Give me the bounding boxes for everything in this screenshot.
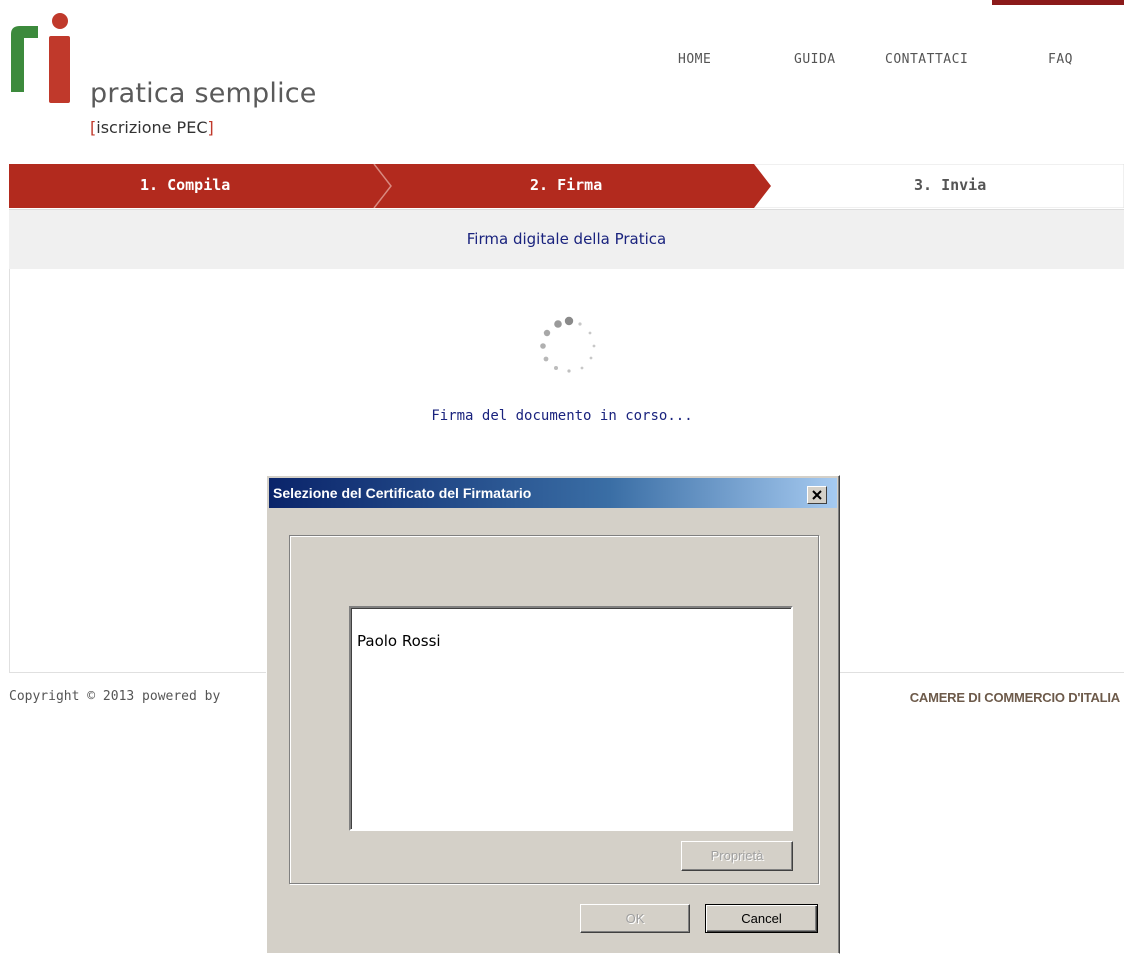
nav-faq[interactable]: FAQ bbox=[1048, 52, 1073, 67]
logo[interactable]: pratica semplice [iscrizione PEC] bbox=[8, 12, 328, 142]
nav-contattaci[interactable]: CONTATTACI bbox=[885, 52, 968, 67]
footer-brand[interactable]: CAMERE DI COMMERCIO D'ITALIA bbox=[910, 690, 1120, 705]
signing-progress-text: Firma del documento in corso... bbox=[431, 408, 693, 424]
step-firma: 2. Firma bbox=[530, 176, 603, 194]
cancel-button[interactable]: Cancel bbox=[705, 904, 818, 933]
top-nav: HOME GUIDA CONTATTACI FAQ bbox=[0, 52, 1124, 72]
logo-subtitle: [iscrizione PEC] bbox=[90, 118, 214, 137]
top-accent-bar bbox=[992, 0, 1124, 5]
certificate-list[interactable]: Paolo Rossi bbox=[349, 606, 793, 831]
panel-title: Firma digitale della Pratica bbox=[466, 230, 667, 248]
wizard-steps: 1. Compila 2. Firma 3. Invia bbox=[9, 164, 1124, 208]
nav-home[interactable]: HOME bbox=[678, 52, 711, 67]
step-compila: 1. Compila bbox=[140, 176, 231, 194]
nav-guida[interactable]: GUIDA bbox=[794, 52, 836, 67]
certificate-dialog: Selezione del Certificato del Firmatario… bbox=[266, 475, 840, 954]
logo-title: pratica semplice bbox=[90, 78, 317, 109]
ok-button[interactable]: OK bbox=[580, 904, 690, 933]
footer-copyright: Copyright © 2013 powered by bbox=[9, 689, 221, 704]
panel-header: Firma digitale della Pratica bbox=[9, 209, 1124, 270]
properties-button[interactable]: Proprietà bbox=[681, 841, 793, 871]
loading-spinner-icon bbox=[540, 316, 596, 373]
step-invia: 3. Invia bbox=[914, 176, 987, 194]
dialog-title: Selezione del Certificato del Firmatario bbox=[273, 485, 532, 501]
dialog-title-bar[interactable]: Selezione del Certificato del Firmatario bbox=[269, 478, 837, 508]
certificate-item[interactable]: Paolo Rossi bbox=[357, 632, 441, 650]
close-icon[interactable] bbox=[807, 486, 827, 504]
